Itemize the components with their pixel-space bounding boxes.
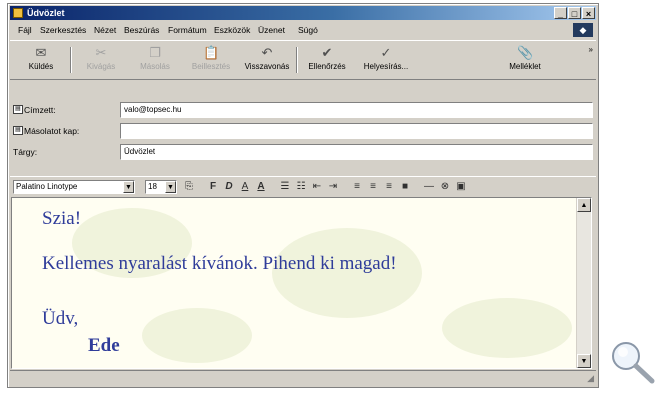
scroll-up-icon[interactable]: ▲ bbox=[577, 198, 591, 212]
spelling-button[interactable]: ✓ Helyesírás... bbox=[356, 44, 416, 76]
copy-button[interactable]: ❐ Másolás bbox=[130, 44, 180, 76]
justify-icon[interactable]: ■ bbox=[398, 181, 412, 192]
italic-icon[interactable]: D bbox=[222, 181, 236, 192]
to-label[interactable]: Címzett: bbox=[24, 105, 56, 115]
check-names-icon: ✔ bbox=[321, 45, 333, 60]
message-body[interactable]: Szia! Kellemes nyaralást kívánok. Pihend… bbox=[11, 197, 592, 369]
menu-message[interactable]: Üzenet bbox=[258, 25, 285, 35]
numbered-list-icon[interactable]: ☰ bbox=[278, 181, 292, 192]
subject-field[interactable]: Üdvözlet bbox=[120, 144, 593, 160]
status-bar: ◢ bbox=[10, 370, 596, 385]
title-bar[interactable]: Üdvözlet _ □ × bbox=[10, 6, 596, 20]
vertical-scrollbar[interactable]: ▲ ▼ bbox=[576, 198, 591, 368]
body-greeting: Szia! bbox=[42, 208, 82, 229]
font-select[interactable]: Palatino Linotype ▼ bbox=[13, 180, 135, 194]
bold-icon[interactable]: F bbox=[206, 181, 220, 192]
scroll-down-icon[interactable]: ▼ bbox=[577, 354, 591, 368]
compose-window: Üdvözlet _ □ × Fájl Szerkesztés Nézet Be… bbox=[7, 3, 599, 388]
align-left-icon[interactable]: ≡ bbox=[350, 181, 364, 192]
menu-format[interactable]: Formátum bbox=[168, 25, 207, 35]
address-book-icon[interactable]: ▤ bbox=[13, 126, 23, 135]
cc-row: ▤ Másolatot kap: bbox=[10, 121, 596, 141]
menu-help[interactable]: Súgó bbox=[298, 25, 318, 35]
background-pattern bbox=[442, 298, 572, 358]
spelling-icon: ✓ bbox=[380, 45, 392, 60]
increase-indent-icon[interactable]: ⇥ bbox=[326, 181, 340, 192]
insert-picture-icon[interactable]: ▣ bbox=[454, 181, 468, 192]
chevron-down-icon[interactable]: ▼ bbox=[165, 181, 176, 193]
font-color-icon[interactable]: A bbox=[254, 181, 268, 192]
paste-icon: 📋 bbox=[203, 45, 220, 60]
send-button[interactable]: ✉ Küldés bbox=[16, 44, 66, 76]
align-center-icon[interactable]: ≡ bbox=[366, 181, 380, 192]
cc-label[interactable]: Másolatot kap: bbox=[24, 126, 79, 136]
subject-label: Tárgy: bbox=[13, 147, 38, 157]
menu-file[interactable]: Fájl bbox=[18, 25, 32, 35]
toolbar-overflow-icon[interactable]: » bbox=[589, 45, 593, 54]
paragraph-style-icon[interactable]: ⎘ bbox=[182, 181, 196, 192]
attach-icon: 📎 bbox=[517, 45, 534, 60]
body-closing: Üdv, bbox=[42, 308, 79, 329]
menu-bar: Fájl Szerkesztés Nézet Beszúrás Formátum… bbox=[10, 22, 596, 38]
background-pattern bbox=[142, 308, 252, 363]
menu-edit[interactable]: Szerkesztés bbox=[40, 25, 86, 35]
copy-icon: ❐ bbox=[149, 45, 161, 60]
cc-field[interactable] bbox=[120, 123, 593, 139]
windows-logo-icon: ◆ bbox=[573, 23, 593, 37]
check-names-button[interactable]: ✔ Ellenőrzés bbox=[302, 44, 352, 76]
decrease-indent-icon[interactable]: ⇤ bbox=[310, 181, 324, 192]
body-message: Kellemes nyaralást kívánok. Pihend ki ma… bbox=[42, 253, 397, 274]
menu-view[interactable]: Nézet bbox=[94, 25, 116, 35]
body-signature: Ede bbox=[88, 335, 120, 356]
menu-tools[interactable]: Eszközök bbox=[214, 25, 250, 35]
to-field[interactable]: valo@topsec.hu bbox=[120, 102, 593, 118]
cut-icon: ✂ bbox=[95, 45, 107, 60]
undo-icon: ↶ bbox=[261, 45, 273, 60]
envelope-icon bbox=[13, 8, 23, 18]
toolbar: ✉ Küldés ✂ Kivágás ❐ Másolás 📋 Beilleszt… bbox=[10, 40, 596, 80]
align-right-icon[interactable]: ≡ bbox=[382, 181, 396, 192]
format-toolbar: Palatino Linotype ▼ 18 ▼ ⎘ F D A A ☰ ☷ ⇤… bbox=[10, 176, 596, 197]
minimize-button[interactable]: _ bbox=[554, 7, 567, 19]
window-title: Üdvözlet bbox=[27, 8, 65, 18]
font-size-select[interactable]: 18 ▼ bbox=[145, 180, 177, 194]
menu-insert[interactable]: Beszúrás bbox=[124, 25, 159, 35]
link-icon[interactable]: ⊗ bbox=[438, 181, 452, 192]
chevron-down-icon[interactable]: ▼ bbox=[123, 181, 134, 193]
magnifier-icon[interactable] bbox=[608, 338, 656, 384]
attach-button[interactable]: 📎 Melléklet bbox=[500, 44, 550, 76]
to-row: ▤ Címzett: valo@topsec.hu bbox=[10, 100, 596, 120]
subject-row: Tárgy: Üdvözlet bbox=[10, 142, 596, 162]
horizontal-line-icon[interactable]: — bbox=[422, 181, 436, 192]
close-button[interactable]: × bbox=[582, 7, 595, 19]
undo-button[interactable]: ↶ Visszavonás bbox=[242, 44, 292, 76]
bullet-list-icon[interactable]: ☷ bbox=[294, 181, 308, 192]
address-book-icon[interactable]: ▤ bbox=[13, 105, 23, 114]
paste-button[interactable]: 📋 Beillesztés bbox=[186, 44, 236, 76]
maximize-button[interactable]: □ bbox=[568, 7, 581, 19]
resize-grip-icon[interactable]: ◢ bbox=[587, 373, 594, 384]
underline-icon[interactable]: A bbox=[238, 181, 252, 192]
send-icon: ✉ bbox=[35, 45, 47, 60]
cut-button[interactable]: ✂ Kivágás bbox=[76, 44, 126, 76]
